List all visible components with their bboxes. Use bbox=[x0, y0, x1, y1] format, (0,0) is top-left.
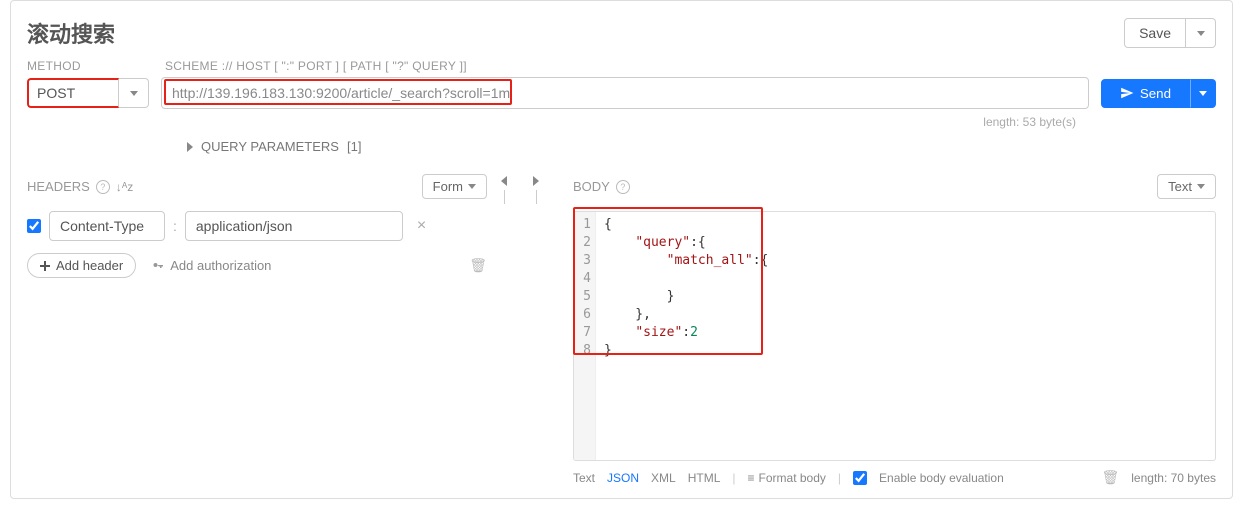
query-parameters-toggle[interactable]: QUERY PARAMETERS [1] bbox=[187, 139, 1216, 154]
save-button-group: Save bbox=[1124, 18, 1216, 48]
send-icon bbox=[1120, 86, 1134, 100]
qp-label: QUERY PARAMETERS bbox=[201, 139, 339, 154]
remove-header-button[interactable]: × bbox=[411, 217, 432, 235]
body-mode-button[interactable]: Text bbox=[1157, 174, 1216, 199]
clear-headers-button[interactable]: 🗑 bbox=[469, 257, 487, 274]
save-dropdown-button[interactable] bbox=[1186, 18, 1216, 48]
tab-text[interactable]: Text bbox=[573, 471, 595, 485]
method-label: METHOD bbox=[27, 59, 147, 73]
headers-pane: HEADERS ? ↓ᴬᴢ Form : × Add he bbox=[27, 174, 497, 486]
send-button[interactable]: Send bbox=[1101, 79, 1190, 108]
body-title: BODY bbox=[573, 179, 610, 194]
plus-icon bbox=[40, 261, 50, 271]
chevron-right-icon bbox=[187, 142, 193, 152]
chevron-down-icon bbox=[468, 184, 476, 189]
add-authorization-link[interactable]: Add authorization bbox=[152, 258, 271, 273]
send-label: Send bbox=[1140, 86, 1171, 101]
collapse-left[interactable] bbox=[497, 174, 511, 486]
chevron-down-icon bbox=[1197, 31, 1205, 36]
add-header-button[interactable]: Add header bbox=[27, 253, 136, 278]
send-dropdown-button[interactable] bbox=[1190, 79, 1216, 108]
mode-label: Text bbox=[1168, 179, 1192, 194]
chevron-right-icon bbox=[533, 176, 539, 186]
clear-body-button[interactable]: 🗑 bbox=[1101, 469, 1119, 486]
qp-count: [1] bbox=[347, 139, 361, 154]
eval-label: Enable body evaluation bbox=[879, 471, 1004, 485]
colon: : bbox=[173, 218, 177, 234]
add-header-label: Add header bbox=[56, 258, 123, 273]
header-value-input[interactable] bbox=[185, 211, 403, 241]
key-icon bbox=[152, 260, 164, 272]
body-pane: BODY ? Text 1 2 3 4 5 6 7 8 { "query":{ … bbox=[543, 174, 1216, 486]
chevron-down-icon bbox=[1197, 184, 1205, 189]
chevron-down-icon bbox=[130, 91, 138, 96]
format-body-button[interactable]: ≡Format body bbox=[748, 471, 826, 485]
url-input[interactable] bbox=[161, 77, 1089, 109]
sort-icon[interactable]: ↓ᴬᴢ bbox=[116, 180, 133, 194]
line-gutter: 1 2 3 4 5 6 7 8 bbox=[574, 212, 596, 460]
format-icon: ≡ bbox=[748, 471, 755, 485]
header-row: : × bbox=[27, 211, 487, 241]
save-button[interactable]: Save bbox=[1124, 18, 1186, 48]
tab-xml[interactable]: XML bbox=[651, 471, 676, 485]
method-value[interactable]: POST bbox=[27, 78, 119, 108]
chevron-down-icon bbox=[1199, 91, 1207, 96]
chevron-left-icon bbox=[501, 176, 507, 186]
panel-title: 滚动搜索 bbox=[27, 17, 115, 49]
request-panel: 滚动搜索 Save METHOD SCHEME :// HOST [ ":" P… bbox=[10, 0, 1233, 499]
body-footer: Text JSON XML HTML | ≡Format body | Enab… bbox=[573, 469, 1216, 486]
url-length-label: length: 53 byte(s) bbox=[983, 115, 1076, 129]
help-icon[interactable]: ? bbox=[616, 180, 630, 194]
headers-title: HEADERS bbox=[27, 179, 90, 194]
eval-checkbox[interactable] bbox=[853, 471, 867, 485]
tab-html[interactable]: HTML bbox=[688, 471, 721, 485]
url-label: SCHEME :// HOST [ ":" PORT ] [ PATH [ "?… bbox=[165, 59, 467, 73]
header-enabled-checkbox[interactable] bbox=[27, 219, 41, 233]
tab-json[interactable]: JSON bbox=[607, 471, 639, 485]
method-select: POST bbox=[27, 78, 149, 108]
body-editor[interactable]: 1 2 3 4 5 6 7 8 { "query":{ "match_all":… bbox=[573, 211, 1216, 461]
help-icon[interactable]: ? bbox=[96, 180, 110, 194]
code-area[interactable]: { "query":{ "match_all":{ } }, "size":2 … bbox=[596, 212, 1215, 460]
headers-form-button[interactable]: Form bbox=[422, 174, 487, 199]
collapse-right[interactable] bbox=[529, 174, 543, 486]
add-auth-label: Add authorization bbox=[170, 258, 271, 273]
header-key-input[interactable] bbox=[49, 211, 165, 241]
method-dropdown-button[interactable] bbox=[119, 78, 149, 108]
form-label: Form bbox=[433, 179, 463, 194]
body-length-label: length: 70 bytes bbox=[1131, 471, 1216, 485]
